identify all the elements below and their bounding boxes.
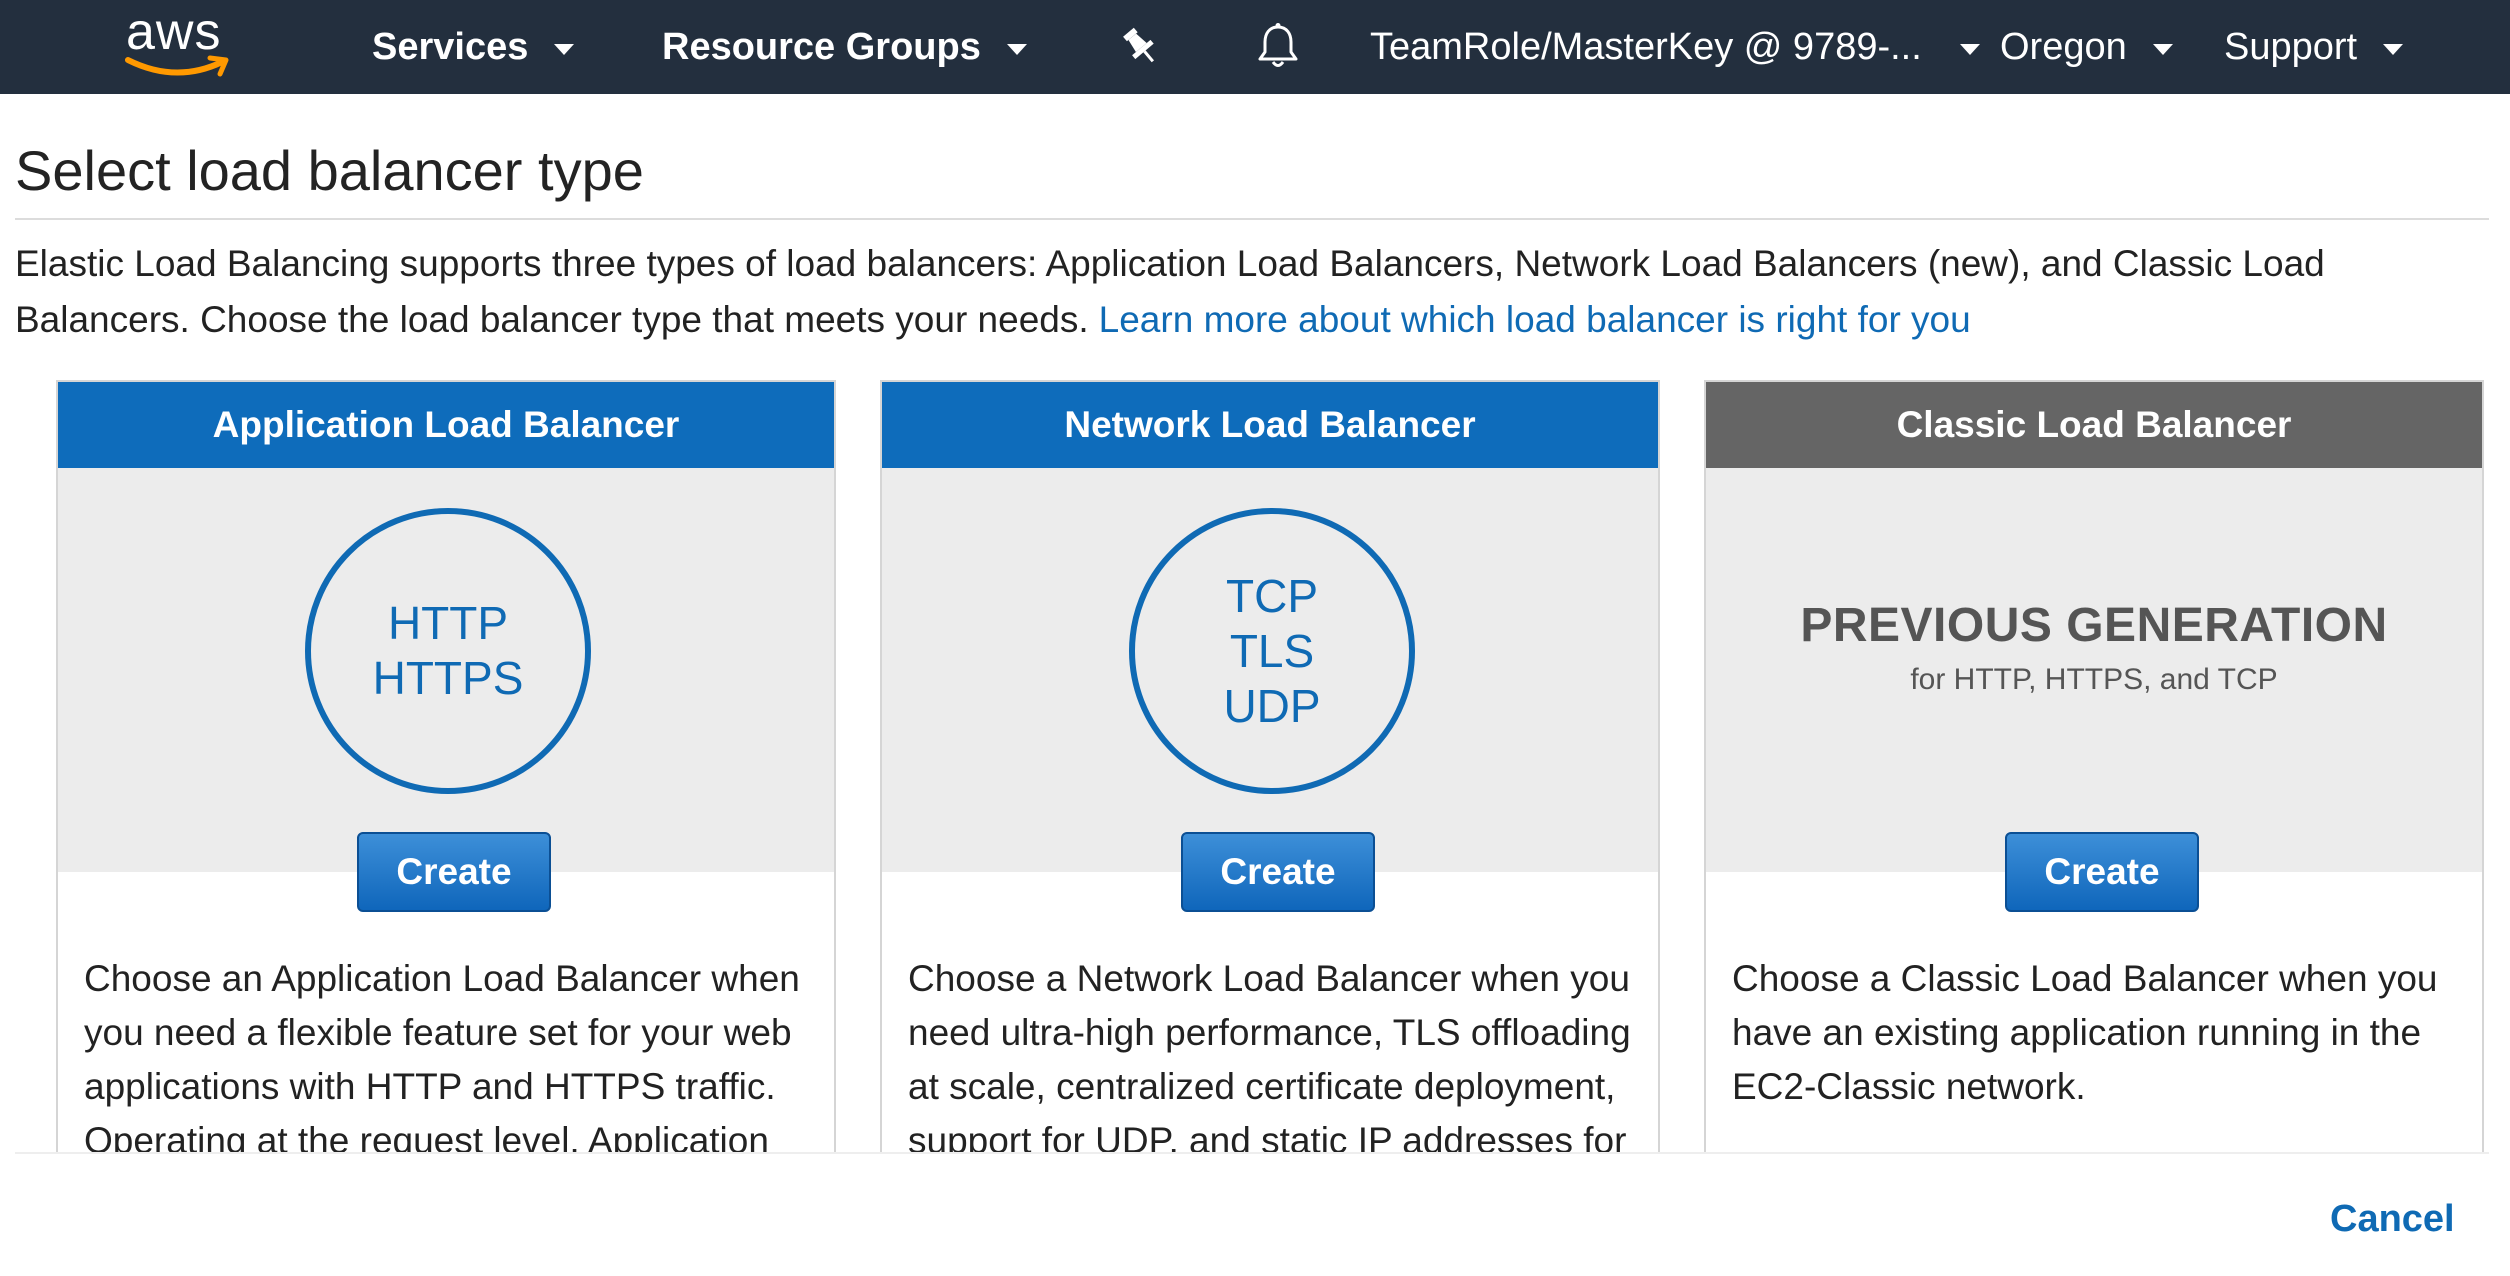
protocol-circle: TCP TLS UDP [1129,508,1415,794]
create-network-load-balancer-button[interactable]: Create [1181,832,1375,912]
card-title: Network Load Balancer [882,382,1658,468]
card-description: Choose a Classic Load Balancer when you … [1732,958,2438,1107]
card-graphic: PREVIOUS GENERATION for HTTP, HTTPS, and… [1706,468,2482,872]
chevron-down-icon [1959,43,1980,55]
support-menu[interactable]: Support [2224,0,2404,94]
create-application-load-balancer-button[interactable]: Create [357,832,551,912]
application-load-balancer-card: Application Load Balancer HTTP HTTPS Cre… [56,380,836,1160]
pin-icon[interactable] [1112,18,1168,74]
learn-more-link[interactable]: Learn more about which load balancer is … [1099,299,1971,340]
support-menu-label: Support [2224,25,2358,68]
chevron-down-icon [2383,43,2404,55]
previous-generation-label: PREVIOUS GENERATION for HTTP, HTTPS, and… [1706,598,2482,697]
services-menu-label: Services [372,25,529,68]
card-graphic: TCP TLS UDP [882,468,1658,872]
network-load-balancer-card: Network Load Balancer TCP TLS UDP Create… [880,380,1660,1160]
services-menu[interactable]: Services [372,0,575,94]
card-title: Classic Load Balancer [1706,382,2482,468]
resource-groups-menu[interactable]: Resource Groups [662,0,1027,94]
card-description: Choose a Network Load Balancer when you … [908,958,1631,1160]
page-title: Select load balancer type [15,139,644,202]
card-title: Application Load Balancer [58,382,834,468]
classic-load-balancer-card: Classic Load Balancer PREVIOUS GENERATIO… [1704,380,2484,1160]
footer-bar [0,1152,2510,1276]
region-menu-label: Oregon [2000,25,2127,68]
previous-generation-title: PREVIOUS GENERATION [1800,599,2388,652]
protocol-label: TLS [1229,624,1315,677]
cancel-button[interactable]: Cancel [2330,1198,2455,1241]
aws-smile-icon [125,55,229,77]
bell-icon[interactable] [1250,18,1306,74]
chevron-down-icon [1006,43,1027,55]
title-divider [15,218,2489,220]
footer-divider [15,1152,2489,1154]
protocol-label: HTTPS [372,652,524,704]
chevron-down-icon [2152,43,2173,55]
chevron-down-icon [554,43,575,55]
protocol-label: TCP [1226,569,1318,622]
region-menu[interactable]: Oregon [2000,0,2173,94]
protocol-label: HTTP [387,597,509,649]
protocol-circle: HTTP HTTPS [305,508,591,794]
top-navigation-bar: aws Services Resource Groups TeamRole/Ma… [0,0,2510,94]
aws-logo[interactable]: aws [120,3,232,86]
account-menu[interactable]: TeamRole/MasterKey @ 9789-... [1370,0,1980,94]
create-classic-load-balancer-button[interactable]: Create [2005,832,2199,912]
card-description: Choose an Application Load Balancer when… [84,958,800,1160]
protocol-label: UDP [1223,679,1321,732]
card-graphic: HTTP HTTPS [58,468,834,872]
intro-text: Elastic Load Balancing supports three ty… [15,236,2435,348]
previous-generation-subtitle: for HTTP, HTTPS, and TCP [1910,663,2278,696]
resource-groups-menu-label: Resource Groups [662,25,981,68]
aws-logo-text: aws [126,3,222,61]
account-menu-label: TeamRole/MasterKey @ 9789-... [1370,25,1922,68]
